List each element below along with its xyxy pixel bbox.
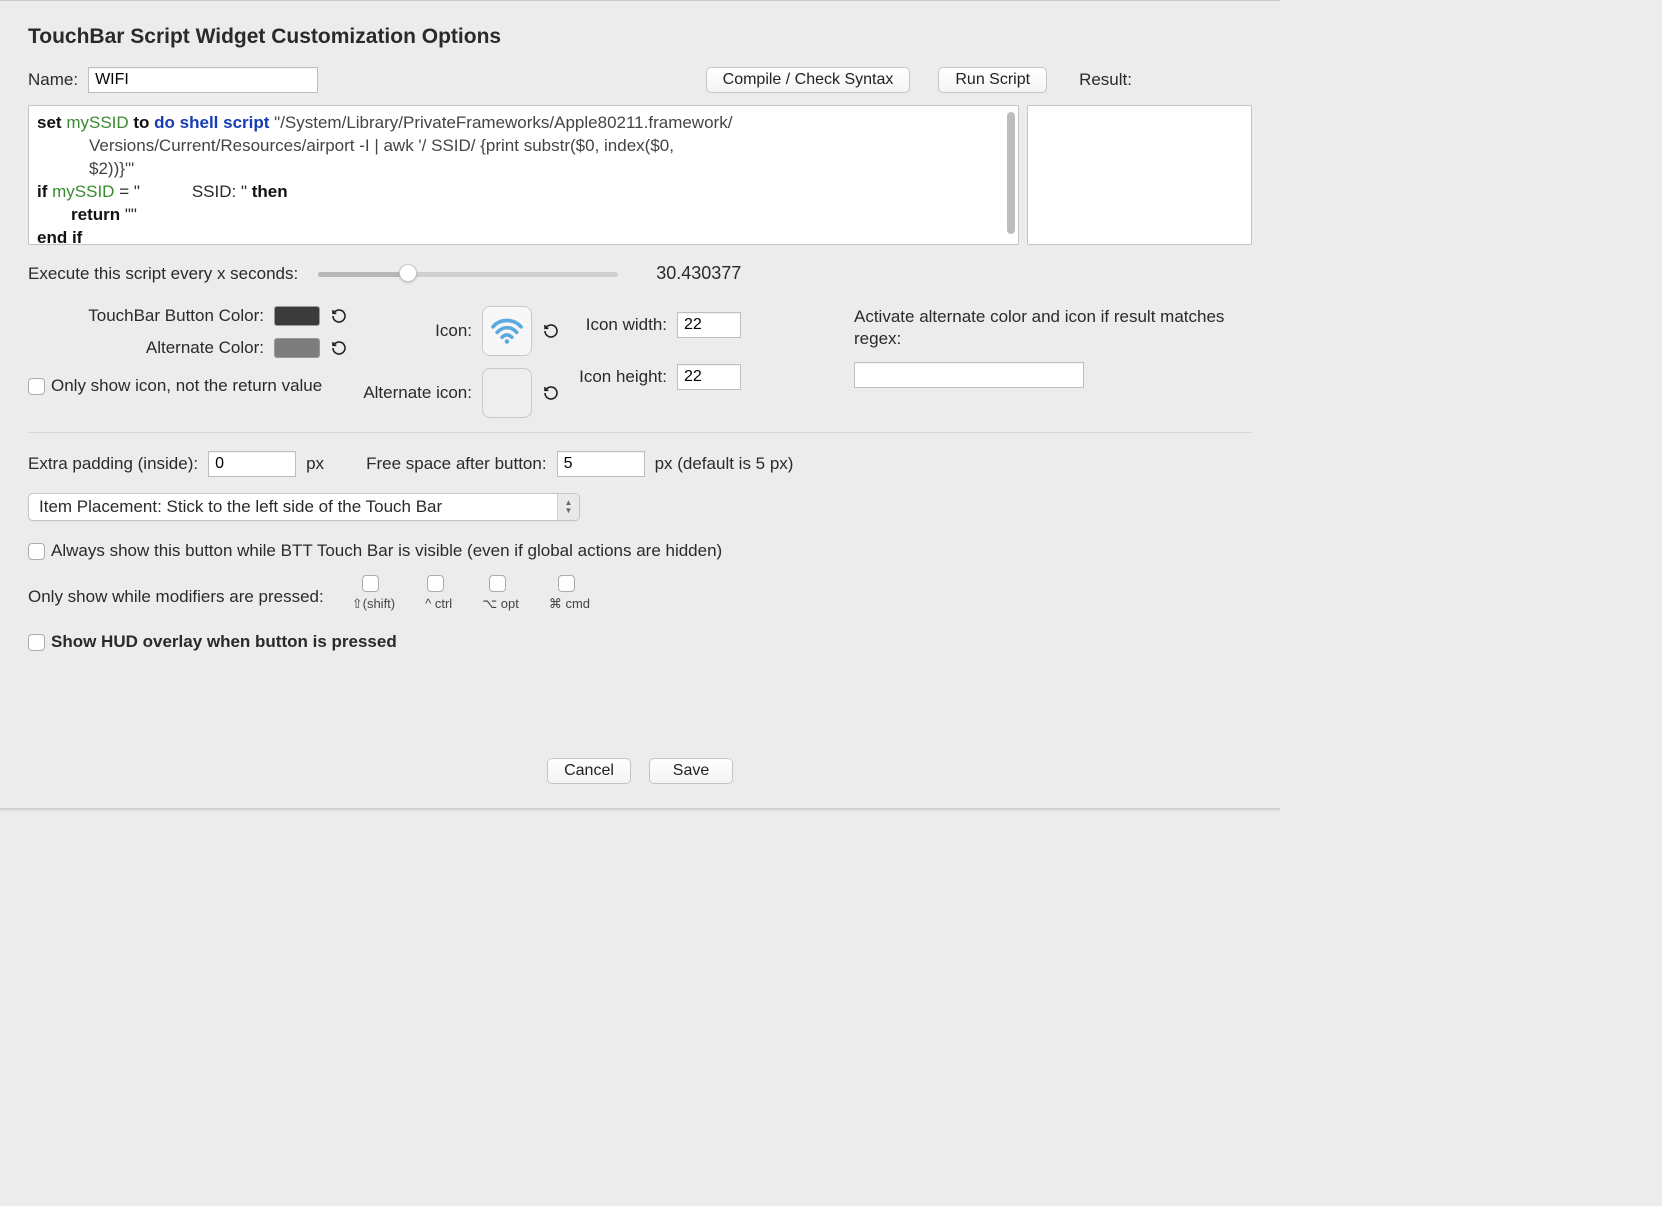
panel-title: TouchBar Script Widget Customization Opt… bbox=[28, 25, 1252, 49]
reset-icon[interactable] bbox=[330, 339, 348, 357]
wifi-icon bbox=[490, 317, 524, 345]
icon-label: Icon: bbox=[360, 321, 472, 341]
appearance-grid: TouchBar Button Color: Alternate Color: … bbox=[28, 306, 1252, 418]
cmd-label: ⌘ cmd bbox=[549, 596, 590, 612]
placement-select[interactable]: Item Placement: Stick to the left side o… bbox=[28, 493, 580, 521]
hud-checkbox[interactable] bbox=[28, 634, 45, 651]
only-icon-checkbox[interactable] bbox=[28, 378, 45, 395]
separator bbox=[28, 432, 1252, 433]
scrollbar[interactable] bbox=[1007, 112, 1015, 234]
always-show-checkbox[interactable] bbox=[28, 543, 45, 560]
ctrl-checkbox[interactable] bbox=[427, 575, 444, 592]
icon-width-label: Icon width: bbox=[572, 315, 667, 335]
regex-input[interactable] bbox=[854, 362, 1084, 388]
free-space-label: Free space after button: bbox=[366, 454, 547, 474]
editor-row: set mySSID to do shell script "/System/L… bbox=[28, 105, 1252, 245]
opt-label: ⌥ opt bbox=[482, 596, 519, 612]
name-label: Name: bbox=[28, 70, 78, 90]
interval-row: Execute this script every x seconds: 30.… bbox=[28, 263, 1252, 284]
chevron-up-down-icon: ▲▼ bbox=[557, 494, 579, 520]
shift-label: ⇧(shift) bbox=[352, 596, 395, 612]
modifiers-row: Only show while modifiers are pressed: ⇧… bbox=[28, 575, 1252, 612]
interval-value: 30.430377 bbox=[656, 263, 741, 284]
placement-value: Item Placement: Stick to the left side o… bbox=[39, 497, 442, 517]
compile-button[interactable]: Compile / Check Syntax bbox=[706, 67, 911, 93]
reset-icon[interactable] bbox=[542, 322, 560, 340]
modifiers-label: Only show while modifiers are pressed: bbox=[28, 575, 324, 607]
alt-icon-well[interactable] bbox=[482, 368, 532, 418]
button-color-label: TouchBar Button Color: bbox=[74, 306, 264, 326]
footer: Cancel Save bbox=[28, 742, 1252, 792]
reset-icon[interactable] bbox=[542, 384, 560, 402]
only-icon-label: Only show icon, not the return value bbox=[51, 376, 322, 396]
script-editor[interactable]: set mySSID to do shell script "/System/L… bbox=[28, 105, 1019, 245]
name-input[interactable] bbox=[88, 67, 318, 93]
free-space-suffix: px (default is 5 px) bbox=[655, 454, 794, 474]
hud-label: Show HUD overlay when button is pressed bbox=[51, 632, 397, 652]
run-script-button[interactable]: Run Script bbox=[938, 67, 1047, 93]
header-row: Name: Compile / Check Syntax Run Script … bbox=[28, 67, 1252, 93]
save-button[interactable]: Save bbox=[649, 758, 733, 784]
interval-slider[interactable] bbox=[318, 264, 618, 284]
extra-padding-label: Extra padding (inside): bbox=[28, 454, 198, 474]
interval-label: Execute this script every x seconds: bbox=[28, 264, 298, 284]
free-space-input[interactable] bbox=[557, 451, 645, 477]
opt-checkbox[interactable] bbox=[489, 575, 506, 592]
result-output[interactable] bbox=[1027, 105, 1252, 245]
settings-panel: TouchBar Script Widget Customization Opt… bbox=[0, 0, 1280, 808]
regex-label: Activate alternate color and icon if res… bbox=[854, 306, 1252, 350]
ctrl-label: ^ ctrl bbox=[425, 596, 452, 611]
alt-color-label: Alternate Color: bbox=[74, 338, 264, 358]
extra-padding-input[interactable] bbox=[208, 451, 296, 477]
px-label: px bbox=[306, 454, 324, 474]
always-show-label: Always show this button while BTT Touch … bbox=[51, 541, 722, 561]
padding-row: Extra padding (inside): px Free space af… bbox=[28, 451, 1252, 477]
cancel-button[interactable]: Cancel bbox=[547, 758, 631, 784]
button-color-swatch[interactable] bbox=[274, 306, 320, 326]
shift-checkbox[interactable] bbox=[362, 575, 379, 592]
cmd-checkbox[interactable] bbox=[558, 575, 575, 592]
icon-width-input[interactable] bbox=[677, 312, 741, 338]
reset-icon[interactable] bbox=[330, 307, 348, 325]
result-label: Result: bbox=[1079, 70, 1132, 90]
icon-height-label: Icon height: bbox=[572, 367, 667, 387]
icon-height-input[interactable] bbox=[677, 364, 741, 390]
icon-well[interactable] bbox=[482, 306, 532, 356]
alt-color-swatch[interactable] bbox=[274, 338, 320, 358]
alt-icon-label: Alternate icon: bbox=[360, 383, 472, 403]
